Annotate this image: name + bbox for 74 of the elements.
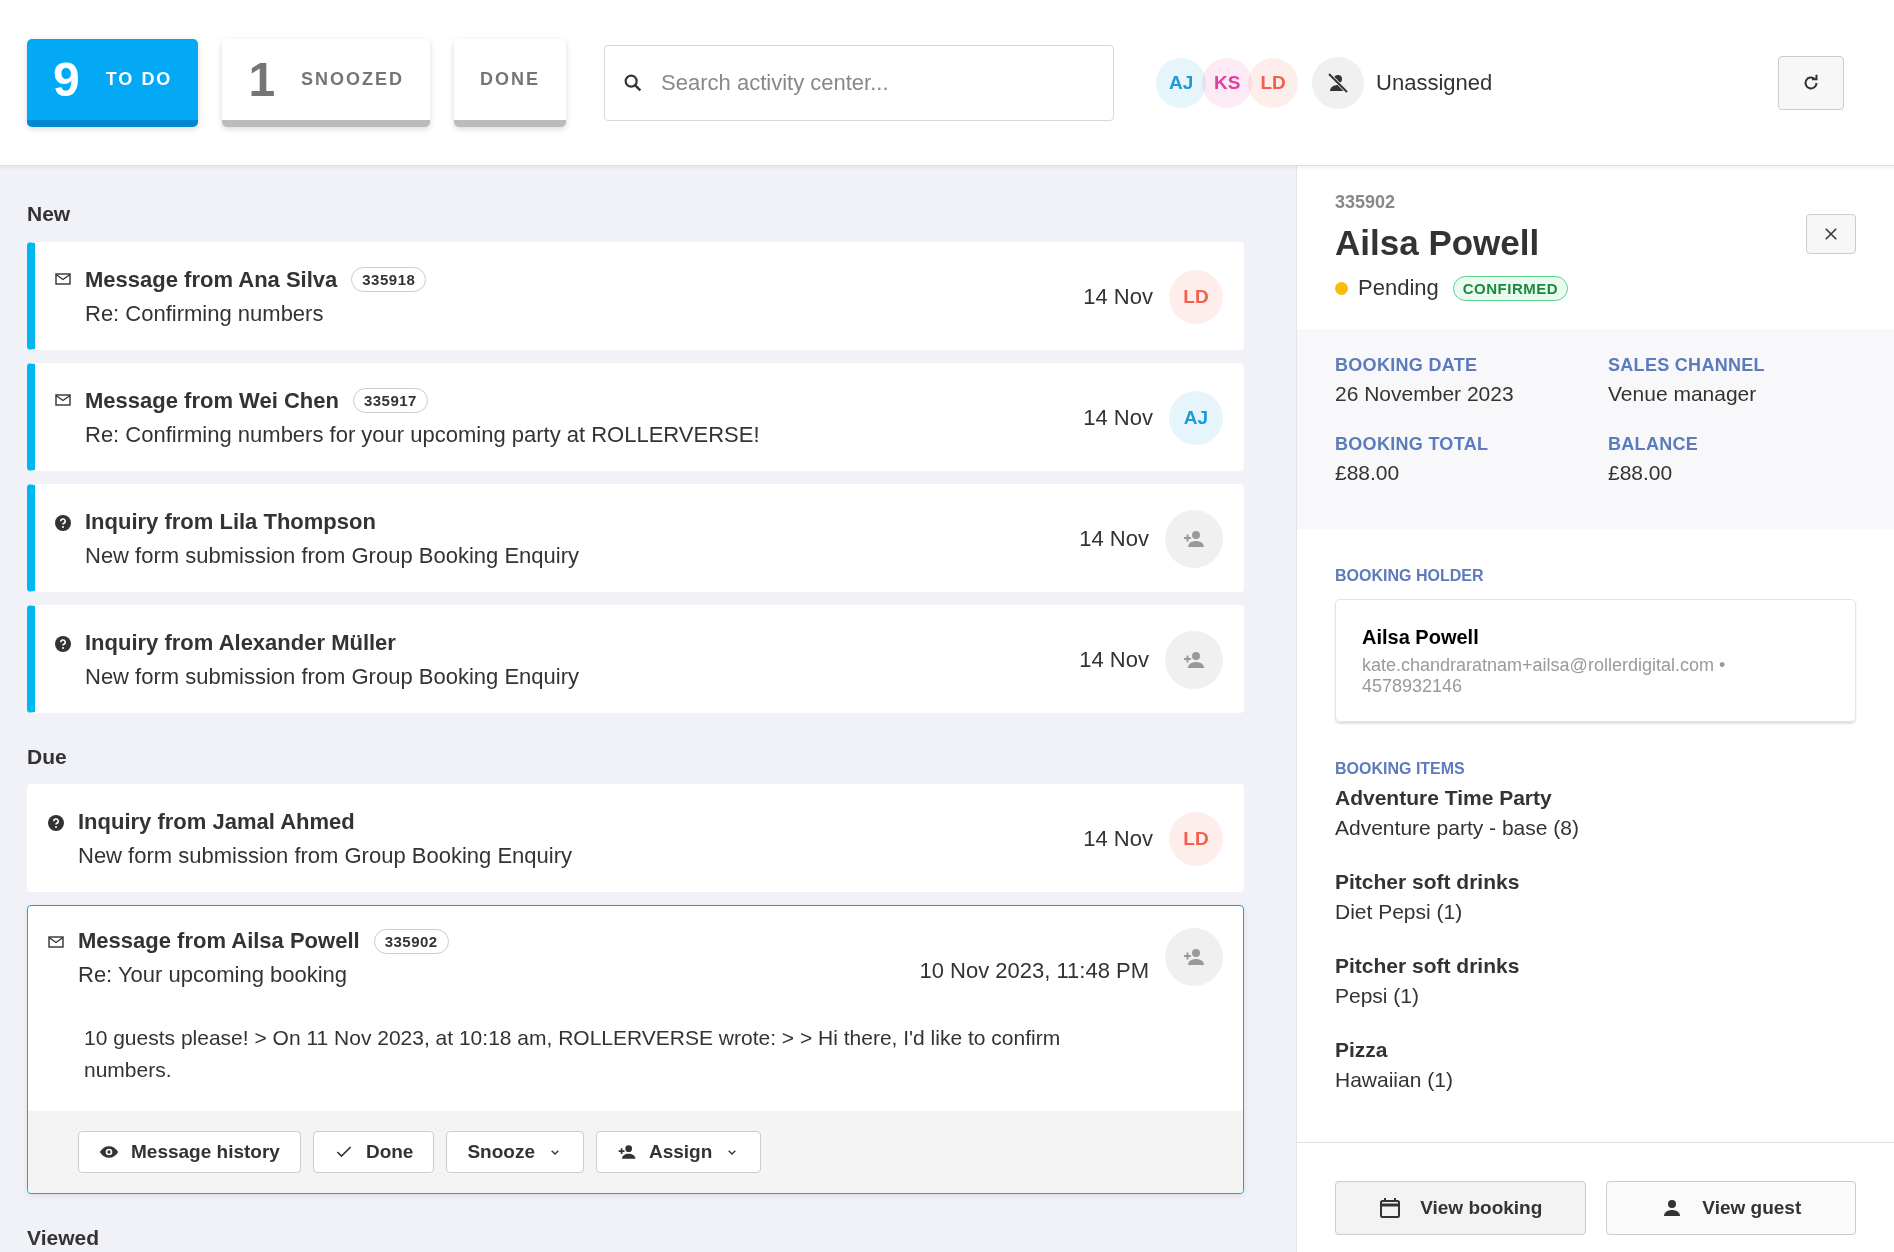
- close-button[interactable]: [1806, 214, 1856, 254]
- field-label: BOOKING DATE: [1335, 355, 1479, 376]
- action-button[interactable]: Snooze: [446, 1131, 584, 1173]
- refresh-button[interactable]: [1778, 55, 1844, 110]
- section-label: BOOKING ITEMS: [1335, 760, 1466, 778]
- activity-title: Message from Ana Silva: [85, 266, 338, 293]
- booking-number: 335902: [1335, 192, 1397, 213]
- activity-date: 14 Nov: [1083, 283, 1153, 310]
- activity-subtitle: New form submission from Group Booking Enquiry: [78, 843, 573, 869]
- activity-date: 14 Nov: [1079, 525, 1149, 552]
- footer-button[interactable]: View guest: [1605, 1181, 1856, 1235]
- activity-subtitle: Re: Your upcoming booking: [78, 962, 349, 988]
- unassigned-label[interactable]: Unassigned: [1376, 69, 1778, 96]
- activity-card[interactable]: Inquiry from Lila Thompson New form submission from Group Booking Enquiry 14 Nov: [27, 483, 1244, 592]
- activity-date: 14 Nov: [1083, 404, 1153, 431]
- activity-subtitle: New form submission from Group Booking Enquiry: [85, 542, 580, 569]
- filter-tab[interactable]: 1 SNOOZED: [222, 38, 431, 127]
- activity-card[interactable]: Inquiry from Alexander Müller New form submission from Group Booking Enquiry 14 Nov: [27, 604, 1244, 713]
- search-field[interactable]: Search activity center...: [604, 44, 1115, 121]
- activity-card[interactable]: Inquiry from Jamal Ahmed New form submission from Group Booking Enquiry 14 Nov LD: [27, 784, 1244, 892]
- activity-title: Message from Wei Chen: [85, 387, 339, 414]
- activity-card[interactable]: Message from Wei Chen 335917 Re: Confirming numbers for your upcoming party at ROLLERVERSE! 14 Nov AJ: [27, 362, 1244, 471]
- action-button[interactable]: Assign: [595, 1131, 762, 1173]
- calendar-icon: [1378, 1196, 1403, 1220]
- action-button[interactable]: Done: [312, 1131, 435, 1173]
- field-value: 26 November 2023: [1335, 382, 1515, 406]
- activity-title: Inquiry from Lila Thompson: [85, 508, 376, 535]
- item-detail: Pepsi (1): [1335, 984, 1421, 1008]
- activity-date: 14 Nov: [1083, 826, 1153, 852]
- booking-holder-card[interactable]: Ailsa Powell kate.chandraratnam+ailsa@rollerdigital.com • 4578932146: [1335, 599, 1856, 722]
- activity-subtitle: Re: Confirming numbers: [85, 300, 325, 327]
- question-icon: [55, 635, 71, 652]
- activity-card[interactable]: [27, 905, 1244, 1194]
- item-name: Pitcher soft drinks: [1335, 954, 1521, 978]
- field-label: BOOKING TOTAL: [1335, 434, 1490, 455]
- activity-subtitle: Re: Confirming numbers for your upcoming party at ROLLERVERSE!: [85, 421, 761, 448]
- section-heading: Viewed: [27, 1225, 100, 1251]
- section-heading: New: [27, 201, 72, 227]
- field-value: Venue manager: [1608, 382, 1758, 406]
- envelope-icon: [55, 272, 71, 285]
- envelope-icon: [55, 393, 71, 406]
- guest-name: Ailsa Powell: [1335, 223, 1541, 263]
- activity-title: Message from Ailsa Powell: [78, 928, 360, 954]
- activity-date: 10 Nov 2023, 11:48 PM: [919, 958, 1149, 984]
- activity-card[interactable]: Message from Ana Silva 335918 Re: Confirming numbers 14 Nov LD: [27, 241, 1244, 350]
- section-heading: Due: [27, 743, 68, 770]
- activity-subtitle: New form submission from Group Booking Enquiry: [85, 663, 580, 690]
- holder-contact: kate.chandraratnam+ailsa@rollerdigital.com • 4578932146: [1362, 655, 1727, 697]
- holder-name: Ailsa Powell: [1362, 626, 1480, 649]
- question-icon: [48, 815, 64, 831]
- status-label: Pending: [1358, 275, 1439, 301]
- activity-date: 14 Nov: [1079, 646, 1149, 673]
- close-icon: [1822, 225, 1840, 243]
- field-label: SALES CHANNEL: [1608, 355, 1766, 376]
- add-person-icon: [616, 1142, 637, 1162]
- question-icon: [55, 514, 71, 531]
- footer-button[interactable]: View booking: [1335, 1181, 1586, 1235]
- envelope-icon: [48, 936, 64, 948]
- item-name: Pizza: [1335, 1038, 1389, 1062]
- item-detail: Adventure party - base (8): [1335, 816, 1580, 840]
- field-label: BALANCE: [1608, 434, 1700, 455]
- activity-title: Inquiry from Alexander Müller: [85, 629, 396, 656]
- field-value: £88.00: [1608, 461, 1674, 485]
- section-label: BOOKING HOLDER: [1335, 567, 1485, 585]
- action-button[interactable]: Message history: [78, 1131, 301, 1173]
- confirmed-tag: CONFIRMED: [1452, 275, 1569, 301]
- item-detail: Hawaiian (1): [1335, 1068, 1454, 1092]
- filter-tab[interactable]: DONE: [454, 38, 567, 127]
- activity-title: Inquiry from Jamal Ahmed: [78, 809, 355, 835]
- field-value: £88.00: [1335, 461, 1401, 485]
- message-body: 10 guests please! > On 11 Nov 2023, at 10:18 am, ROLLERVERSE wrote: > > Hi there, I'd like to confirm numbers.: [84, 1025, 1062, 1083]
- item-name: Pitcher soft drinks: [1335, 870, 1521, 894]
- item-detail: Diet Pepsi (1): [1335, 900, 1464, 924]
- item-name: Adventure Time Party: [1335, 786, 1553, 810]
